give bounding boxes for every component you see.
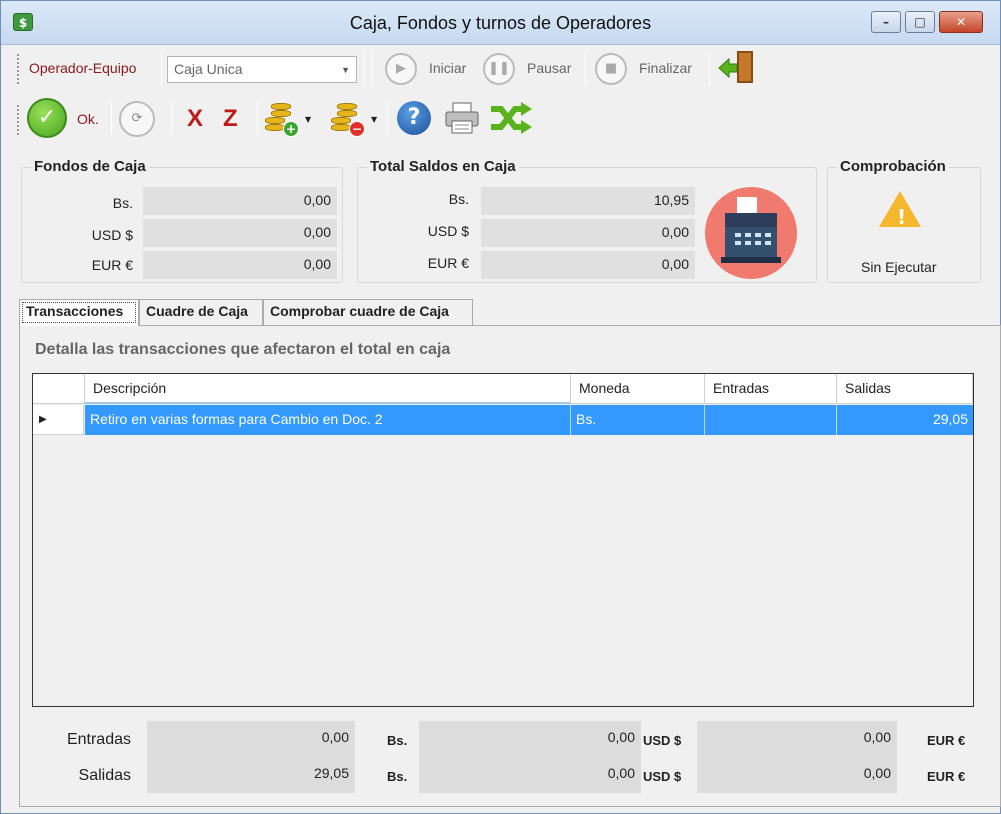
- chevron-down-icon[interactable]: ▼: [305, 115, 311, 124]
- fondos-bs-label: Bs.: [112, 195, 133, 211]
- maximize-icon: □: [914, 15, 926, 29]
- toolbar-separator: [111, 101, 112, 135]
- saldos-usd-value: 0,00: [481, 219, 695, 247]
- cell-salidas[interactable]: 29,05: [837, 405, 973, 435]
- cell-descripcion[interactable]: Retiro en varias formas para Cambio en D…: [85, 405, 571, 435]
- pause-icon[interactable]: ❚❚: [483, 53, 515, 85]
- caja-select[interactable]: Caja Unica ▼: [167, 56, 357, 83]
- printer-icon[interactable]: [444, 101, 480, 135]
- transactions-grid[interactable]: Descripción Moneda Entradas Salidas ▶ Re…: [32, 373, 974, 707]
- saldos-usd-label: USD $: [427, 223, 469, 239]
- saldos-eur-label: EUR €: [427, 255, 469, 271]
- toolbar-separator: [387, 101, 388, 135]
- minus-icon: −: [349, 121, 365, 137]
- transacciones-description: Detalla las transacciones que afectaron …: [35, 341, 451, 358]
- currency-usd-label: USD $: [643, 733, 682, 748]
- toolbar-separator: [709, 52, 710, 86]
- z-report-button[interactable]: Z: [223, 105, 238, 133]
- totales-entradas-bs: 0,00: [147, 721, 355, 757]
- close-icon: ✕: [955, 15, 967, 29]
- toolbar-separator: [257, 101, 258, 135]
- fondos-usd-label: USD $: [91, 227, 133, 243]
- cell-moneda[interactable]: Bs.: [571, 405, 705, 435]
- tab-cuadre-de-caja[interactable]: Cuadre de Caja: [139, 299, 263, 325]
- column-header-descripcion[interactable]: Descripción: [85, 374, 571, 404]
- table-row[interactable]: Retiro en varias formas para Cambio en D…: [85, 405, 973, 435]
- operator-toolbar: Operador-Equipo Caja Unica ▼ ▶ Iniciar ❚…: [1, 46, 1000, 92]
- tab-comprobar-cuadre[interactable]: Comprobar cuadre de Caja: [263, 299, 473, 325]
- minimize-button[interactable]: –: [871, 11, 901, 33]
- toolbar-separator: [171, 101, 172, 135]
- totales-salidas-usd: 0,00: [419, 757, 641, 793]
- currency-eur-label: EUR €: [927, 769, 966, 784]
- totales-salidas-label: Salidas: [78, 767, 131, 784]
- fondos-eur-label: EUR €: [91, 257, 133, 273]
- currency-eur-label: EUR €: [927, 733, 966, 748]
- tab-transacciones[interactable]: Transacciones: [19, 299, 139, 326]
- currency-bs-label: Bs.: [387, 769, 408, 784]
- finish-button[interactable]: Finalizar: [639, 60, 692, 76]
- column-header-salidas[interactable]: Salidas: [837, 374, 973, 404]
- saldos-title: Total Saldos en Caja: [367, 158, 519, 175]
- maximize-button[interactable]: □: [905, 11, 935, 33]
- cell-entradas[interactable]: [705, 405, 837, 435]
- currency-usd-label: USD $: [643, 769, 682, 784]
- toolbar-grip[interactable]: [17, 54, 20, 84]
- toolbar-separator: [363, 52, 364, 86]
- warning-mark: !: [897, 205, 907, 229]
- operator-label: Operador-Equipo: [29, 60, 137, 76]
- row-pointer-icon: ▶: [39, 414, 47, 425]
- fondos-bs-value: 0,00: [143, 187, 337, 215]
- chevron-down-icon: ▼: [341, 65, 350, 75]
- stop-icon[interactable]: ■: [595, 53, 627, 85]
- minimize-icon: –: [883, 15, 889, 29]
- column-header-moneda[interactable]: Moneda: [571, 374, 705, 404]
- ok-label[interactable]: Ok.: [77, 111, 99, 127]
- refresh-icon[interactable]: ⟳: [119, 101, 155, 137]
- close-button[interactable]: ✕: [939, 11, 983, 33]
- row-header-corner: [33, 374, 85, 404]
- toolbar-separator: [161, 52, 162, 86]
- chevron-down-icon[interactable]: ▼: [371, 115, 377, 124]
- add-funds-icon[interactable]: +: [265, 99, 301, 137]
- exit-door-icon[interactable]: [717, 49, 761, 87]
- totales-entradas-usd: 0,00: [419, 721, 641, 757]
- remove-funds-icon[interactable]: −: [331, 99, 367, 137]
- play-icon[interactable]: ▶: [385, 53, 417, 85]
- main-window: $ Caja, Fondos y turnos de Operadores – …: [0, 0, 1001, 814]
- plus-icon: +: [283, 121, 299, 137]
- toolbar-separator: [585, 52, 586, 86]
- currency-bs-label: Bs.: [387, 733, 408, 748]
- row-selector[interactable]: ▶: [33, 405, 84, 435]
- shuffle-icon[interactable]: [489, 101, 533, 135]
- start-button[interactable]: Iniciar: [429, 60, 466, 76]
- ok-button[interactable]: ✓: [27, 98, 67, 138]
- x-report-button[interactable]: X: [187, 105, 203, 133]
- saldos-bs-value: 10,95: [481, 187, 695, 215]
- title-bar: $ Caja, Fondos y turnos de Operadores – …: [1, 1, 1000, 45]
- fondos-title: Fondos de Caja: [31, 158, 149, 175]
- comprobacion-title: Comprobación: [837, 158, 949, 175]
- toolbar-separator: [371, 52, 372, 86]
- fondos-usd-value: 0,00: [143, 219, 337, 247]
- toolbar-grip[interactable]: [17, 105, 20, 135]
- fondos-eur-value: 0,00: [143, 251, 337, 279]
- totales-salidas-eur: 0,00: [697, 757, 897, 793]
- totales-entradas-label: Entradas: [66, 731, 131, 748]
- help-icon[interactable]: ?: [397, 101, 431, 135]
- saldos-eur-value: 0,00: [481, 251, 695, 279]
- comprobacion-status: Sin Ejecutar: [861, 259, 937, 275]
- cash-register-icon: [705, 187, 797, 279]
- column-header-entradas[interactable]: Entradas: [705, 374, 837, 404]
- totales-salidas-bs: 29,05: [147, 757, 355, 793]
- checkmark-icon: ✓: [37, 105, 57, 130]
- window-title: Caja, Fondos y turnos de Operadores: [349, 13, 652, 33]
- totales-entradas-eur: 0,00: [697, 721, 897, 757]
- saldos-bs-label: Bs.: [448, 191, 469, 207]
- caja-select-value: Caja Unica: [174, 61, 243, 77]
- pause-button[interactable]: Pausar: [527, 60, 571, 76]
